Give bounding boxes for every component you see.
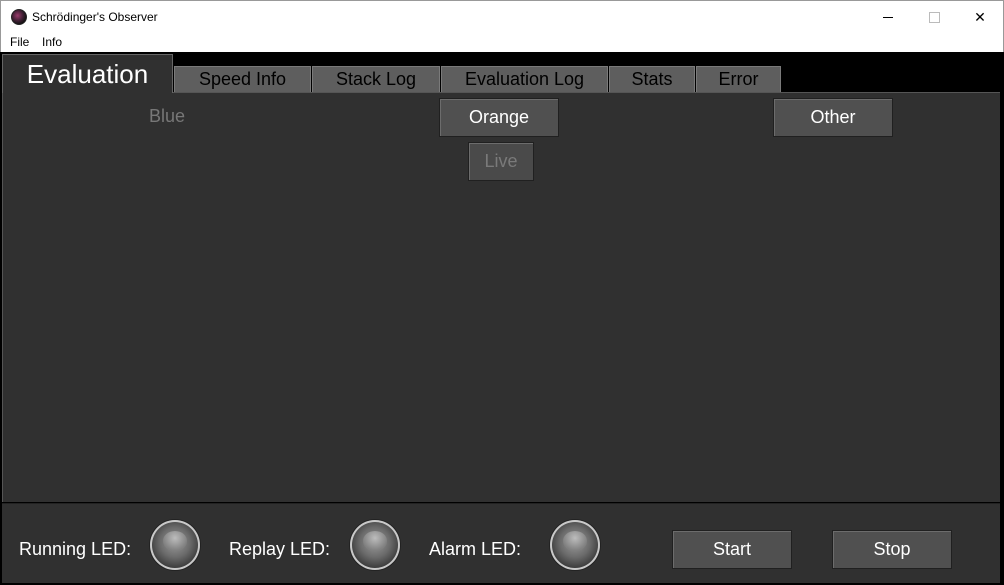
minimize-icon xyxy=(883,16,893,18)
tab-evaluation-log[interactable]: Evaluation Log xyxy=(441,66,608,92)
running-led-label: Running LED: xyxy=(19,539,132,559)
blue-label: Blue xyxy=(149,106,186,126)
start-button[interactable]: Start xyxy=(672,530,792,569)
replay-led-label: Replay LED: xyxy=(229,539,331,559)
alarm-led-indicator xyxy=(550,520,600,570)
stop-button[interactable]: Stop xyxy=(832,530,952,569)
menu-info[interactable]: Info xyxy=(42,35,62,49)
tab-speed-info[interactable]: Speed Info xyxy=(174,66,311,92)
maximize-icon xyxy=(928,11,940,23)
app-logo-icon xyxy=(11,9,27,25)
tab-stack-log[interactable]: Stack Log xyxy=(312,66,440,92)
orange-button[interactable]: Orange xyxy=(439,98,559,137)
minimize-button[interactable] xyxy=(865,2,911,32)
tab-error[interactable]: Error xyxy=(696,66,781,92)
menu-file[interactable]: File xyxy=(10,35,29,49)
tab-stats[interactable]: Stats xyxy=(609,66,695,92)
other-button[interactable]: Other xyxy=(773,98,893,137)
window-title: Schrödinger's Observer xyxy=(32,10,158,24)
alarm-led-label: Alarm LED: xyxy=(429,539,522,559)
menu-bar: File Info xyxy=(0,32,1004,52)
running-led-indicator xyxy=(150,520,200,570)
replay-led-indicator xyxy=(350,520,400,570)
close-icon: ✕ xyxy=(974,8,986,25)
close-button[interactable]: ✕ xyxy=(957,2,1003,32)
live-button[interactable]: Live xyxy=(468,142,534,181)
tab-evaluation[interactable]: Evaluation xyxy=(2,54,173,93)
title-bar[interactable]: Schrödinger's Observer ✕ xyxy=(0,0,1004,32)
maximize-button[interactable] xyxy=(911,2,957,32)
